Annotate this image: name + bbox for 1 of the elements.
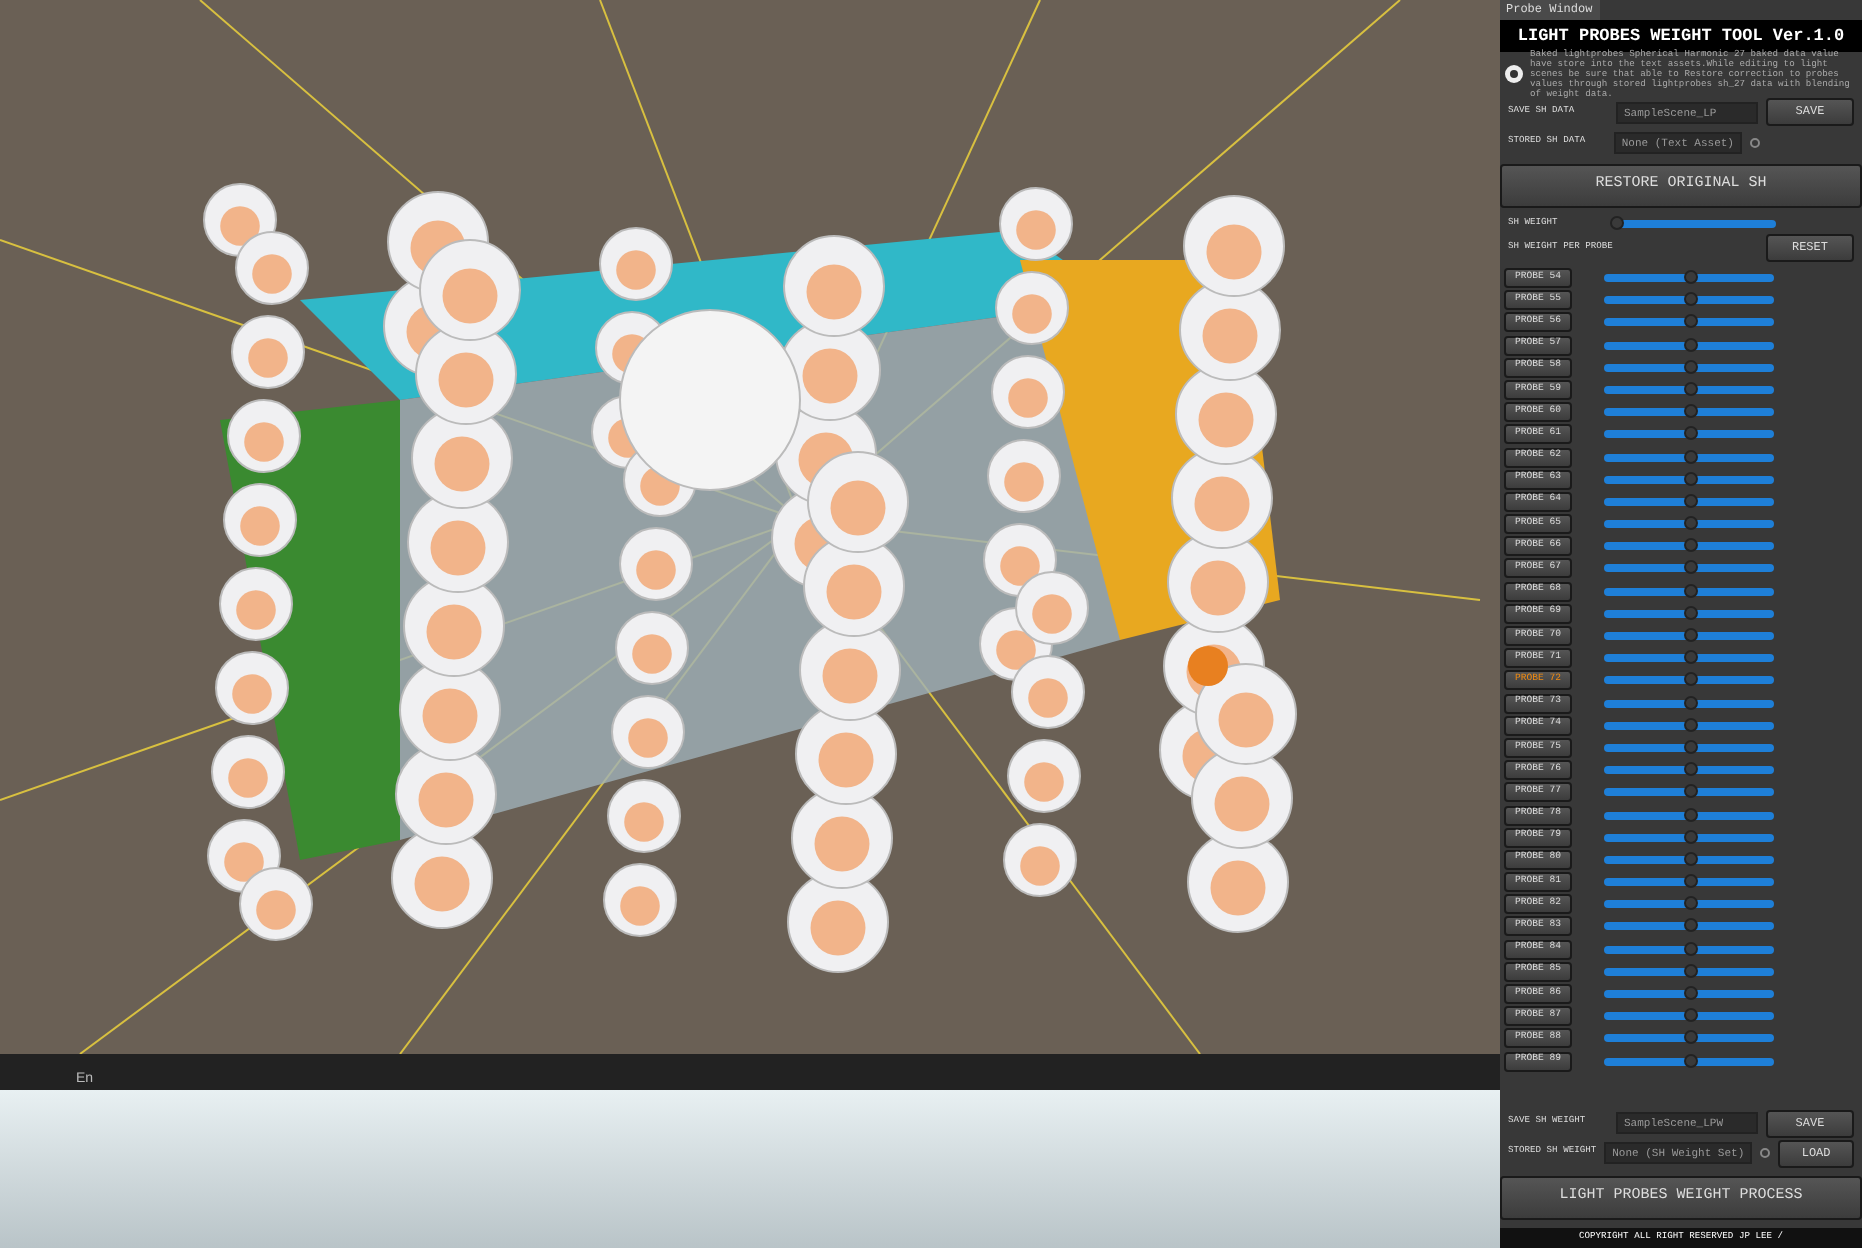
- tool-title: LIGHT PROBES WEIGHT TOOL Ver.1.0: [1500, 20, 1862, 52]
